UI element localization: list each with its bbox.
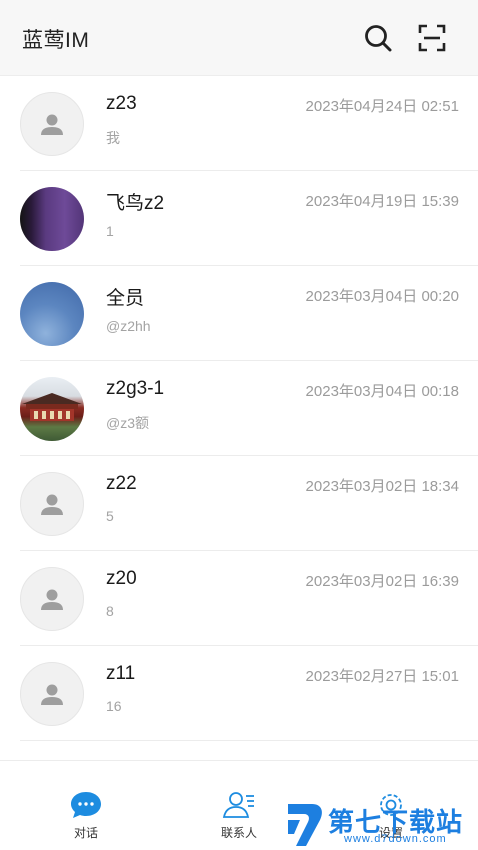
default-avatar-icon	[20, 472, 84, 536]
watermark-url: www.d7down.com	[344, 833, 447, 845]
search-button[interactable]	[358, 18, 398, 58]
conversation-row[interactable]: 全员 2023年03月04日 00:20 @z2hh	[0, 266, 478, 361]
conversation-time: 2023年02月27日 15:01	[305, 668, 459, 685]
row-divider	[20, 740, 478, 741]
building-photo-avatar	[20, 377, 84, 441]
conversation-preview: 16	[106, 698, 122, 714]
conversation-name: 飞鸟z2	[106, 193, 165, 214]
conversation-name: z20	[106, 568, 137, 589]
conversation-name: z2g3-1	[106, 378, 165, 399]
conversation-preview: 我	[106, 130, 120, 146]
default-avatar-icon	[20, 92, 84, 156]
tab-chat[interactable]: 对话	[46, 789, 126, 841]
conversation-name: z22	[106, 473, 137, 494]
tab-chat-label: 对话	[73, 826, 98, 840]
sky-photo-avatar	[20, 282, 84, 346]
conversation-preview: 5	[106, 508, 114, 524]
default-avatar-icon	[20, 662, 84, 726]
contacts-icon	[221, 789, 257, 821]
conversation-row[interactable]: z23 2023年04月24日 02:51 我	[0, 76, 478, 171]
conversation-time: 2023年03月02日 16:39	[305, 573, 459, 590]
conversation-time: 2023年03月02日 18:34	[305, 478, 459, 495]
conversation-row[interactable]: z20 2023年03月02日 16:39 8	[0, 551, 478, 646]
tab-contacts[interactable]: 联系人	[199, 789, 279, 841]
top-bar: 蓝莺IM	[0, 0, 478, 76]
conversation-row[interactable]: z11 2023年02月27日 15:01 16	[0, 646, 478, 741]
conversation-name: 全员	[106, 288, 145, 309]
conversation-list: z23 2023年04月24日 02:51 我 飞鸟z2 2023年04月19日…	[0, 76, 478, 741]
watermark-logo-icon	[288, 804, 322, 846]
conversation-row[interactable]: z2g3-1 2023年03月04日 00:18 @z3额	[0, 361, 478, 456]
conversation-name: z23	[106, 93, 137, 114]
search-icon	[365, 25, 392, 52]
scan-button[interactable]	[412, 18, 452, 58]
tab-contacts-label: 联系人	[220, 826, 257, 840]
scan-icon	[418, 24, 446, 52]
conversation-row[interactable]: z22 2023年03月02日 18:34 5	[0, 456, 478, 551]
conversation-time: 2023年03月04日 00:20	[305, 288, 459, 305]
conversation-row[interactable]: 飞鸟z2 2023年04月19日 15:39 1	[0, 171, 478, 266]
default-avatar-icon	[20, 567, 84, 631]
site-watermark: 第七下载站 www.d7down.com	[282, 800, 478, 850]
conversation-preview: 8	[106, 603, 114, 619]
conversation-time: 2023年04月24日 02:51	[305, 98, 459, 115]
conversation-name: z11	[106, 663, 136, 684]
conversation-time: 2023年03月04日 00:18	[305, 383, 459, 400]
conversation-preview: @z2hh	[106, 318, 151, 334]
conversation-preview: @z3额	[106, 415, 149, 431]
purple-photo-avatar	[20, 187, 84, 251]
app-screen: 蓝莺IM z23 2023年04月24日 02:51 我 飞鸟z2 2023年0…	[0, 0, 478, 850]
conversation-preview: 1	[106, 223, 114, 239]
chat-bubble-icon	[68, 789, 104, 821]
app-title: 蓝莺IM	[22, 29, 90, 52]
conversation-time: 2023年04月19日 15:39	[305, 193, 459, 210]
